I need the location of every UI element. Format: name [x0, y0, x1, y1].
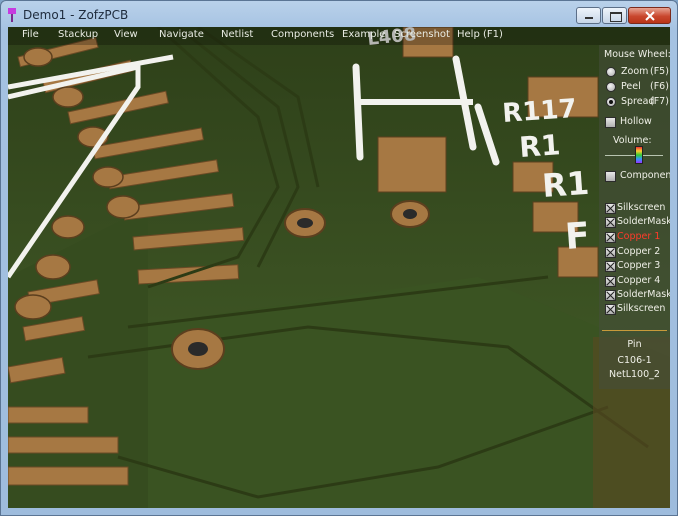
- zoom-key: (F5): [650, 66, 669, 77]
- pcb-3d-view[interactable]: L408 R117 R1 R1 F: [8, 27, 670, 508]
- close-icon: [645, 11, 655, 21]
- layer-label: SolderMask: [617, 289, 670, 300]
- components-label: Components: [620, 170, 670, 181]
- layer-label: Silkscreen: [617, 202, 666, 213]
- peel-label: Peel: [621, 81, 641, 92]
- menu-view[interactable]: View: [114, 29, 138, 40]
- app-icon: [8, 8, 16, 22]
- selection-type: Pin: [627, 339, 642, 350]
- layer-label-active: Copper 1: [617, 231, 661, 242]
- layer-label: Silkscreen: [617, 303, 666, 314]
- layer-checkbox-soldermask-top[interactable]: [605, 217, 616, 228]
- control-panel: Mouse Wheel: Zoom (F5) Peel (F6) Spread …: [599, 45, 670, 389]
- layer-label: SolderMask: [617, 216, 670, 227]
- volume-label: Volume:: [613, 135, 652, 146]
- minimize-button[interactable]: [576, 7, 601, 24]
- menu-screenshot[interactable]: Screenshot: [394, 29, 450, 40]
- volume-slider[interactable]: [605, 155, 663, 156]
- menu-example[interactable]: Example: [342, 29, 385, 40]
- pcb-viewport[interactable]: L408 R117 R1 R1 F File Stackup View Navi…: [8, 27, 670, 508]
- selection-component: C106-1: [617, 355, 652, 366]
- menu-stackup[interactable]: Stackup: [58, 29, 98, 40]
- layer-checkbox-soldermask-bottom[interactable]: [605, 290, 616, 301]
- panel-divider: [602, 330, 667, 331]
- hollow-checkbox[interactable]: [605, 117, 616, 128]
- layer-label: Copper 4: [617, 275, 661, 286]
- minimize-icon: [585, 17, 593, 19]
- silk-label-r1-b: R1: [541, 164, 590, 205]
- selection-net: NetL100_2: [609, 369, 660, 380]
- menu-bar: File Stackup View Navigate Netlist Compo…: [8, 27, 670, 45]
- mouse-wheel-label: Mouse Wheel:: [604, 49, 670, 60]
- layer-checkbox-copper-1[interactable]: [605, 232, 616, 243]
- menu-file[interactable]: File: [22, 29, 39, 40]
- spread-key: (F7): [650, 96, 669, 107]
- window-title: Demo1 - ZofzPCB: [23, 8, 129, 22]
- volume-slider-thumb[interactable]: [635, 146, 643, 164]
- layer-checkbox-silkscreen-bottom[interactable]: [605, 304, 616, 315]
- maximize-button[interactable]: [602, 7, 627, 24]
- peel-key: (F6): [650, 81, 669, 92]
- layer-label: Copper 3: [617, 260, 661, 271]
- components-checkbox[interactable]: [605, 171, 616, 182]
- zoom-radio[interactable]: [606, 67, 616, 77]
- silk-label-r1-a: R1: [518, 128, 561, 164]
- silk-label-r117: R117: [501, 94, 577, 129]
- menu-netlist[interactable]: Netlist: [221, 29, 253, 40]
- zoom-label: Zoom: [621, 66, 649, 77]
- title-bar[interactable]: Demo1 - ZofzPCB: [1, 1, 677, 29]
- hollow-label: Hollow: [620, 116, 652, 127]
- peel-radio[interactable]: [606, 82, 616, 92]
- menu-help[interactable]: Help (F1): [457, 29, 503, 40]
- layer-checkbox-copper-4[interactable]: [605, 276, 616, 287]
- layer-checkbox-silkscreen-top[interactable]: [605, 203, 616, 214]
- silk-label-f: F: [564, 215, 591, 258]
- app-window: Demo1 - ZofzPCB L408 R117 R1 R1 F File S…: [0, 0, 678, 516]
- menu-navigate[interactable]: Navigate: [159, 29, 204, 40]
- spread-radio[interactable]: [606, 97, 616, 107]
- menu-components[interactable]: Components: [271, 29, 334, 40]
- layer-checkbox-copper-2[interactable]: [605, 247, 616, 258]
- layer-checkbox-copper-3[interactable]: [605, 261, 616, 272]
- layer-label: Copper 2: [617, 246, 661, 257]
- close-button[interactable]: [628, 7, 671, 24]
- maximize-icon: [610, 12, 622, 22]
